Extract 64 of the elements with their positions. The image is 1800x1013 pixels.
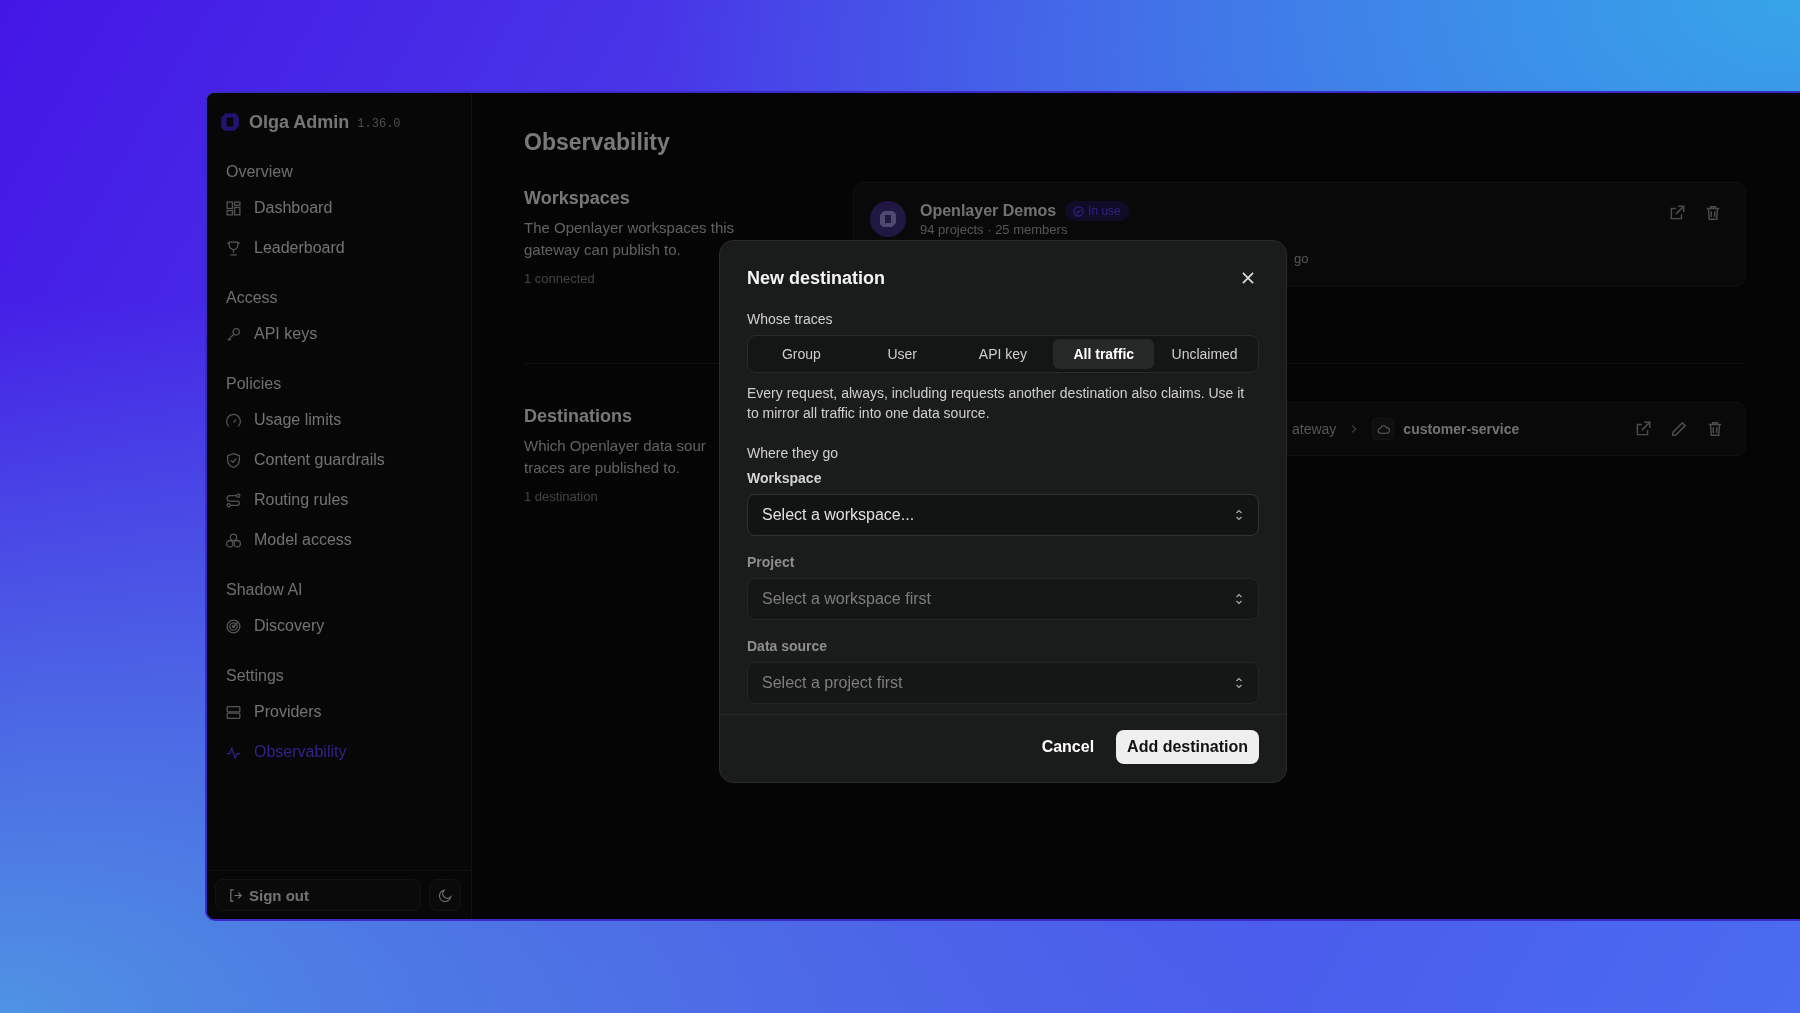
segment-tab[interactable]: All traffic [1053,339,1155,369]
nav-section-heading: Overview [225,162,294,182]
dialog-title: New destination [747,267,885,289]
nav-section-heading: Shadow AI [225,580,304,600]
server-icon [225,703,242,721]
chevron-up-down-icon [1234,508,1244,522]
sign-out-icon [228,887,243,903]
field-label: Project [747,554,796,570]
theme-toggle-button[interactable] [429,879,461,911]
chevron-up-down-icon [1234,676,1244,690]
key-icon [225,325,242,343]
segment-tab[interactable]: Unclaimed [1154,339,1255,369]
destination-name: customer-service [1403,421,1520,437]
nav-item[interactable]: API keys [225,314,461,354]
destination-path: ateway [1292,421,1337,437]
segment-tab[interactable]: User [851,339,953,369]
field-label: Workspace [747,470,823,486]
sign-out-button[interactable]: Sign out [215,879,421,911]
app-version: 1.36.0 [357,117,401,131]
moon-icon [437,887,453,903]
nav-item[interactable]: Providers [225,692,461,732]
nav-item[interactable]: Model access [225,520,461,560]
select-field[interactable]: Select a workspace... [747,494,1259,536]
nav-item[interactable]: Content guardrails [225,440,461,480]
section-count: 1 connected [524,271,595,286]
shield-icon [225,451,242,469]
chevron-up-down-icon [1234,592,1244,606]
section-description: The Openlayer workspaces this gateway can publish to. [524,218,736,260]
radar-icon [225,617,242,635]
nav-item[interactable]: Leaderboard [225,228,461,268]
section-title: Destinations [524,406,633,427]
nav-section-heading: Policies [225,374,283,394]
section-count: 1 destination [524,489,598,504]
nav-section-heading: Access [225,288,279,308]
segment-tab[interactable]: API key [952,339,1054,369]
nav-item[interactable]: Dashboard [225,188,461,228]
cloud-icon [1372,418,1395,440]
trophy-icon [225,239,242,257]
cancel-button[interactable]: Cancel [1041,738,1095,756]
option-description: Every request, always, including requests another destination also claims. Use it to mirror all traffic into one data source. [747,384,1246,423]
gauge-icon [225,411,242,429]
status-badge: In use [1065,201,1129,221]
nav-section-heading: Settings [225,666,285,686]
nav-item[interactable]: Discovery [225,606,461,646]
dashboard-icon [225,199,242,217]
workspace-avatar-icon [870,201,906,237]
segment-tab[interactable]: Group [751,339,852,369]
route-icon [225,491,242,509]
add-destination-button[interactable]: Add destination [1116,730,1259,764]
field-label: Data source [747,638,829,654]
app-name: Olga Admin [249,111,350,133]
page-title: Observability [524,129,671,156]
workspace-detail: go [1294,251,1309,266]
section-title: Workspaces [524,188,630,209]
group-heading: Where they go [747,445,840,461]
workspace-name: Openlayer Demos [920,202,1057,220]
logo-icon [219,111,241,133]
workspace-stats: 94 projects · 25 members [920,222,1069,237]
field-label: Whose traces [747,311,834,327]
nav-item[interactable]: Usage limits [225,400,461,440]
section-description: Which Openlayer data sour [524,437,706,454]
nav-item[interactable]: Routing rules [225,480,461,520]
section-description: traces are published to. [524,459,680,476]
boxes-icon [225,531,242,549]
